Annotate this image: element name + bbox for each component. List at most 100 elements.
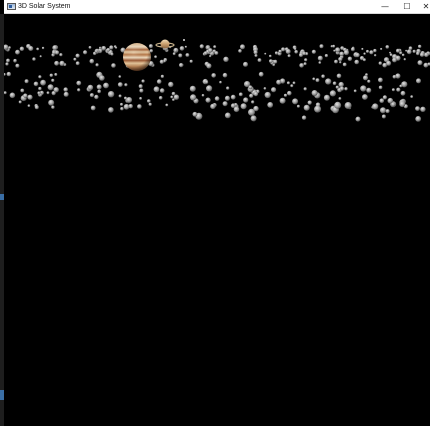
asteroid xyxy=(170,95,174,99)
asteroid xyxy=(38,75,42,79)
asteroid xyxy=(294,47,297,51)
asteroid xyxy=(208,48,213,53)
asteroid xyxy=(382,95,387,100)
asteroid xyxy=(178,53,183,58)
asteroid xyxy=(118,94,122,98)
asteroid xyxy=(76,80,82,86)
asteroid xyxy=(315,78,320,83)
asteroid xyxy=(75,53,80,58)
asteroid xyxy=(214,51,219,55)
asteroid xyxy=(206,63,212,69)
asteroid xyxy=(139,97,143,100)
asteroid xyxy=(296,104,300,108)
asteroid xyxy=(153,86,160,93)
minimize-button[interactable]: — xyxy=(374,0,396,13)
asteroid xyxy=(343,49,349,56)
asteroid xyxy=(362,94,368,100)
asteroid xyxy=(361,47,364,51)
asteroid-belt xyxy=(4,44,430,122)
asteroid xyxy=(94,49,98,53)
asteroid xyxy=(83,50,88,55)
asteroid xyxy=(89,58,95,64)
asteroid xyxy=(301,115,307,120)
asteroid xyxy=(156,79,162,84)
asteroid xyxy=(209,55,212,58)
scene-canvas xyxy=(4,39,430,122)
asteroid xyxy=(302,51,306,56)
asteroid xyxy=(264,91,271,99)
asteroid xyxy=(20,88,25,93)
asteroid xyxy=(124,83,128,87)
asteroid xyxy=(123,104,130,110)
asteroid xyxy=(415,116,422,122)
distant-star xyxy=(183,39,185,41)
asteroid xyxy=(108,107,114,113)
asteroid xyxy=(403,58,406,61)
asteroid xyxy=(99,46,102,49)
asteroid xyxy=(126,97,133,103)
asteroid xyxy=(392,57,397,63)
asteroid xyxy=(264,52,267,55)
asteroid xyxy=(335,47,341,53)
asteroid xyxy=(396,48,400,53)
asteroid xyxy=(40,79,46,86)
asteroid xyxy=(366,87,372,93)
asteroid xyxy=(379,98,385,103)
asteroid xyxy=(154,55,158,59)
asteroid xyxy=(23,93,28,98)
asteroid xyxy=(351,47,355,51)
asteroid xyxy=(395,73,401,79)
asteroid xyxy=(374,54,377,57)
asteroid xyxy=(303,104,310,111)
asteroid xyxy=(389,53,393,57)
asteroid xyxy=(312,77,316,81)
asteroid xyxy=(251,100,255,104)
asteroid xyxy=(391,102,396,107)
asteroid xyxy=(147,99,151,103)
asteroid xyxy=(400,90,406,96)
asteroid xyxy=(192,111,198,117)
asteroid xyxy=(391,88,395,92)
asteroid xyxy=(63,87,68,92)
asteroid xyxy=(97,89,101,94)
asteroid xyxy=(311,49,316,54)
asteroid xyxy=(385,45,390,49)
asteroid xyxy=(347,56,353,61)
asteroid xyxy=(283,93,288,97)
asteroid xyxy=(335,85,339,89)
asteroid xyxy=(115,46,118,49)
asteroid xyxy=(307,100,312,105)
asteroid xyxy=(107,91,115,98)
asteroid xyxy=(4,91,7,95)
close-button[interactable]: ✕ xyxy=(418,0,430,13)
asteroid xyxy=(15,49,20,55)
3d-scene-viewport[interactable] xyxy=(4,14,430,426)
asteroid xyxy=(250,115,257,122)
asteroid xyxy=(365,73,368,76)
asteroid xyxy=(222,101,228,107)
asteroid xyxy=(303,62,307,66)
title-bar[interactable]: 3D Solar System — ☐ ✕ xyxy=(4,0,430,14)
asteroid xyxy=(321,74,325,79)
asteroid xyxy=(28,46,34,51)
asteroid xyxy=(258,71,264,77)
asteroid xyxy=(214,96,220,101)
asteroid xyxy=(148,44,153,49)
asteroid xyxy=(15,63,20,68)
asteroid xyxy=(416,51,420,56)
asteroid xyxy=(120,107,124,111)
asteroid xyxy=(418,44,422,49)
asteroid xyxy=(279,97,286,104)
asteroid xyxy=(185,53,190,57)
asteroid xyxy=(19,46,25,51)
asteroid xyxy=(205,97,211,103)
asteroid xyxy=(269,54,272,58)
asteroid xyxy=(382,62,388,68)
asteroid xyxy=(406,49,412,55)
asteroid xyxy=(354,59,360,65)
maximize-button[interactable]: ☐ xyxy=(396,0,418,13)
asteroid xyxy=(344,102,352,109)
asteroid xyxy=(59,53,63,57)
asteroid xyxy=(18,100,22,104)
asteroid xyxy=(233,106,240,113)
